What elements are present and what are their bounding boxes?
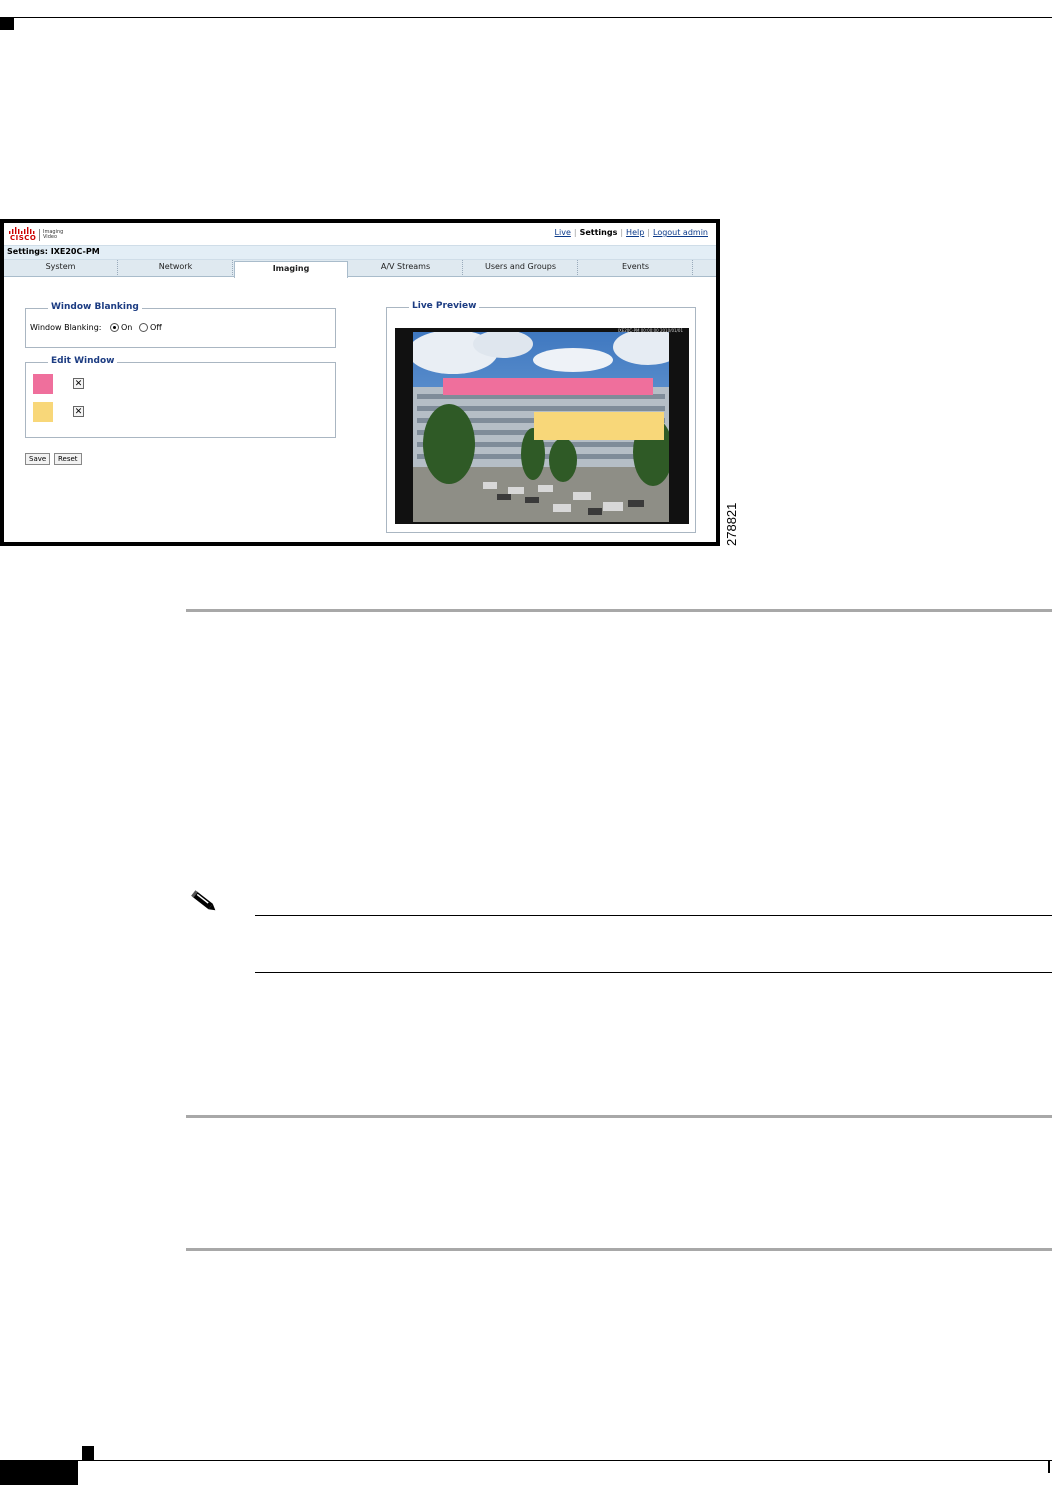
- live-preview-group: Live Preview IXE20C-PM 00:00:00 2010/01/…: [386, 301, 696, 533]
- cisco-wordmark: CISCO: [10, 234, 37, 242]
- edit-window-title: Edit Window: [48, 356, 118, 366]
- page-bottom-rule: [0, 1460, 1052, 1461]
- live-video-preview[interactable]: IXE20C-PM 00:00:00 2010/01/01: [395, 328, 689, 524]
- logo-subtitle: Imaging Video: [43, 229, 64, 240]
- window-blanking-off-radio[interactable]: [139, 323, 148, 332]
- app-header: CISCO Imaging Video Live | Settings | Help | L…: [4, 223, 716, 245]
- page-edge-tick: [1048, 1461, 1050, 1473]
- tab-network[interactable]: Network: [119, 260, 233, 275]
- window-blanking-label: Window Blanking:: [30, 323, 102, 332]
- tab-bar: System Network Imaging A/V Streams Users…: [4, 260, 716, 278]
- tab-system[interactable]: System: [4, 260, 118, 275]
- screenshot-frame: CISCO Imaging Video Live | Settings | Help | L…: [0, 219, 720, 546]
- window-blanking-on-radio[interactable]: [110, 323, 119, 332]
- tab-imaging[interactable]: Imaging: [234, 261, 348, 278]
- page-corner-mark: [0, 18, 14, 30]
- section-divider: [186, 1248, 1052, 1251]
- settings-title: Settings: IXE20C-PM: [7, 247, 100, 256]
- mask-color-swatch[interactable]: [33, 374, 53, 394]
- window-blanking-on-label: On: [121, 323, 133, 332]
- page-bottom-mark: [82, 1446, 94, 1460]
- reset-button[interactable]: Reset: [54, 453, 82, 465]
- settings-bar: Settings: IXE20C-PM: [4, 245, 716, 260]
- nav-logout-link[interactable]: Logout admin: [653, 228, 708, 237]
- cisco-logo: CISCO Imaging Video: [8, 226, 68, 244]
- tab-users-and-groups[interactable]: Users and Groups: [464, 260, 578, 275]
- delete-window-button[interactable]: ✕: [73, 378, 84, 389]
- window-blanking-group: Window Blanking Window Blanking: On Off: [25, 302, 336, 348]
- privacy-mask-region[interactable]: [534, 412, 664, 440]
- note-pencil-icon: [191, 890, 216, 911]
- mask-color-swatch[interactable]: [33, 402, 53, 422]
- privacy-mask-region[interactable]: [443, 378, 653, 395]
- nav-live-link[interactable]: Live: [555, 228, 571, 237]
- logo-separator: [39, 229, 40, 241]
- camera-scene: [413, 332, 669, 522]
- video-overlay-text: IXE20C-PM 00:00:00 2010/01/01: [617, 328, 683, 333]
- tab-av-streams[interactable]: A/V Streams: [349, 260, 463, 275]
- page-number-block: [0, 1461, 78, 1485]
- nav-help-link[interactable]: Help: [626, 228, 644, 237]
- tab-events[interactable]: Events: [579, 260, 693, 275]
- window-blanking-off-label: Off: [150, 323, 162, 332]
- delete-window-button[interactable]: ✕: [73, 406, 84, 417]
- edit-window-group: Edit Window ✕ ✕: [25, 356, 336, 438]
- section-divider: [186, 609, 1052, 612]
- nav-settings-current[interactable]: Settings: [580, 228, 618, 237]
- note-top-rule: [255, 915, 1052, 916]
- window-blanking-title: Window Blanking: [48, 302, 142, 312]
- page-top-rule: [0, 17, 1052, 18]
- cisco-bars-icon: [9, 227, 35, 234]
- section-divider: [186, 1115, 1052, 1118]
- top-nav: Live | Settings | Help | Logout admin: [554, 228, 708, 237]
- note-bottom-rule: [255, 972, 1052, 973]
- figure-id: 278821: [724, 502, 739, 546]
- save-button[interactable]: Save: [25, 453, 51, 465]
- live-preview-title: Live Preview: [409, 301, 480, 311]
